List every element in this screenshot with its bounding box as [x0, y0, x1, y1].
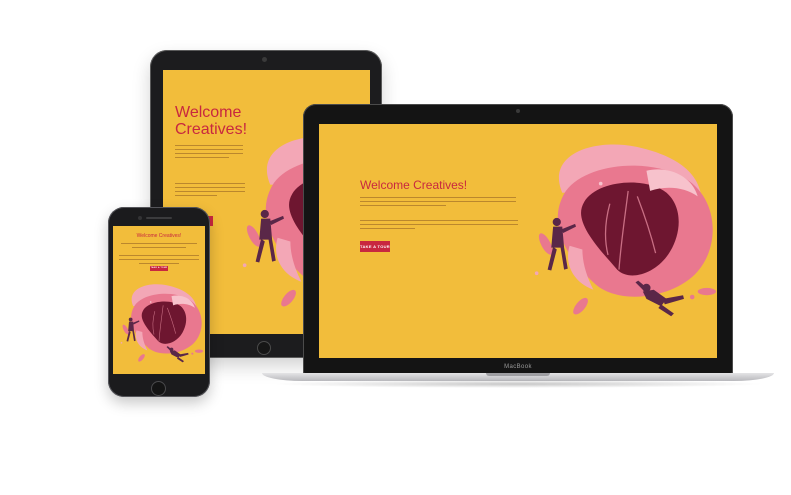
phone-hero-illustration: [113, 280, 205, 364]
tablet-home-button: [257, 341, 271, 355]
phone-speaker: [146, 217, 172, 219]
laptop-shadow: [270, 380, 766, 388]
tablet-intro-text: [175, 145, 243, 161]
laptop-opening-notch: [486, 373, 550, 376]
laptop-intro-text: [360, 197, 516, 209]
laptop-body-text: [360, 220, 518, 232]
tablet-body-text: [175, 183, 245, 199]
phone-screen: Welcome Creatives! TAKE A TOUR: [113, 226, 205, 374]
laptop-camera: [516, 109, 520, 113]
laptop-page-title: Welcome Creatives!: [360, 178, 468, 192]
phone-camera: [138, 216, 142, 220]
tablet-camera: [262, 57, 267, 62]
phone-tour-button[interactable]: TAKE A TOUR: [150, 266, 168, 271]
phone-page-title: Welcome Creatives!: [136, 233, 182, 239]
phone-intro-text: [121, 243, 197, 251]
laptop-brand-label: MacBook: [504, 364, 532, 370]
laptop-screen: Welcome Creatives! TAKE A TOUR: [319, 124, 717, 358]
laptop-tour-button[interactable]: TAKE A TOUR: [360, 241, 390, 252]
laptop-hero-illustration: [509, 136, 717, 319]
tablet-page-title: Welcome Creatives!: [175, 104, 248, 138]
phone-home-button: [151, 381, 166, 396]
